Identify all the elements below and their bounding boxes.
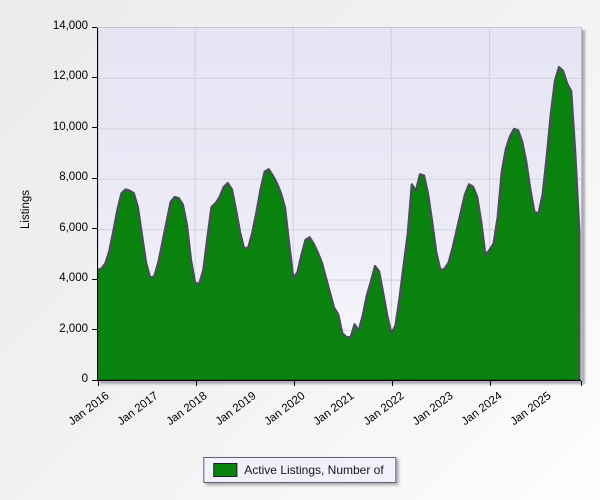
plot-area — [97, 27, 582, 381]
y-tick — [92, 127, 97, 128]
x-tick — [581, 381, 582, 386]
x-tick — [294, 381, 295, 386]
legend-label: Active Listings, Number of — [244, 463, 383, 477]
x-tick-label: Jan 2024 — [459, 390, 504, 428]
x-tick-label: Jan 2023 — [410, 390, 455, 428]
y-tick-label: 6,000 — [28, 222, 88, 234]
x-tick — [392, 381, 393, 386]
y-tick — [92, 279, 97, 280]
y-tick — [92, 178, 97, 179]
y-tick — [92, 228, 97, 229]
chart-canvas: Listings 0 2,000 4,000 6,000 8,000 10,000 12,0… — [0, 0, 600, 500]
x-tick-label: Jan 2018 — [165, 390, 210, 428]
y-tick — [92, 27, 97, 28]
x-tick-label: Jan 2019 — [214, 390, 259, 428]
y-tick-label: 14,000 — [28, 20, 88, 32]
x-tick-label: Jan 2017 — [116, 390, 161, 428]
y-tick-label: 8,000 — [28, 171, 88, 183]
y-axis-title: Listings — [20, 130, 32, 290]
legend: Active Listings, Number of — [203, 457, 396, 483]
x-tick-label: Jan 2016 — [67, 390, 112, 428]
y-tick — [92, 380, 97, 381]
x-tick-label: Jan 2022 — [361, 390, 406, 428]
x-tick-label: Jan 2025 — [508, 390, 553, 428]
y-tick-label: 12,000 — [28, 70, 88, 82]
x-tick — [490, 381, 491, 386]
x-tick-label: Jan 2020 — [263, 390, 308, 428]
y-tick — [92, 329, 97, 330]
x-tick — [196, 381, 197, 386]
y-tick-label: 0 — [28, 373, 88, 385]
legend-swatch-icon — [213, 463, 237, 477]
y-tick-label: 2,000 — [28, 323, 88, 335]
y-tick — [92, 77, 97, 78]
y-tick-label: 4,000 — [28, 272, 88, 284]
y-tick-label: 10,000 — [28, 121, 88, 133]
x-tick-label: Jan 2021 — [312, 390, 357, 428]
area-chart-svg — [97, 28, 581, 381]
x-tick — [98, 381, 99, 386]
